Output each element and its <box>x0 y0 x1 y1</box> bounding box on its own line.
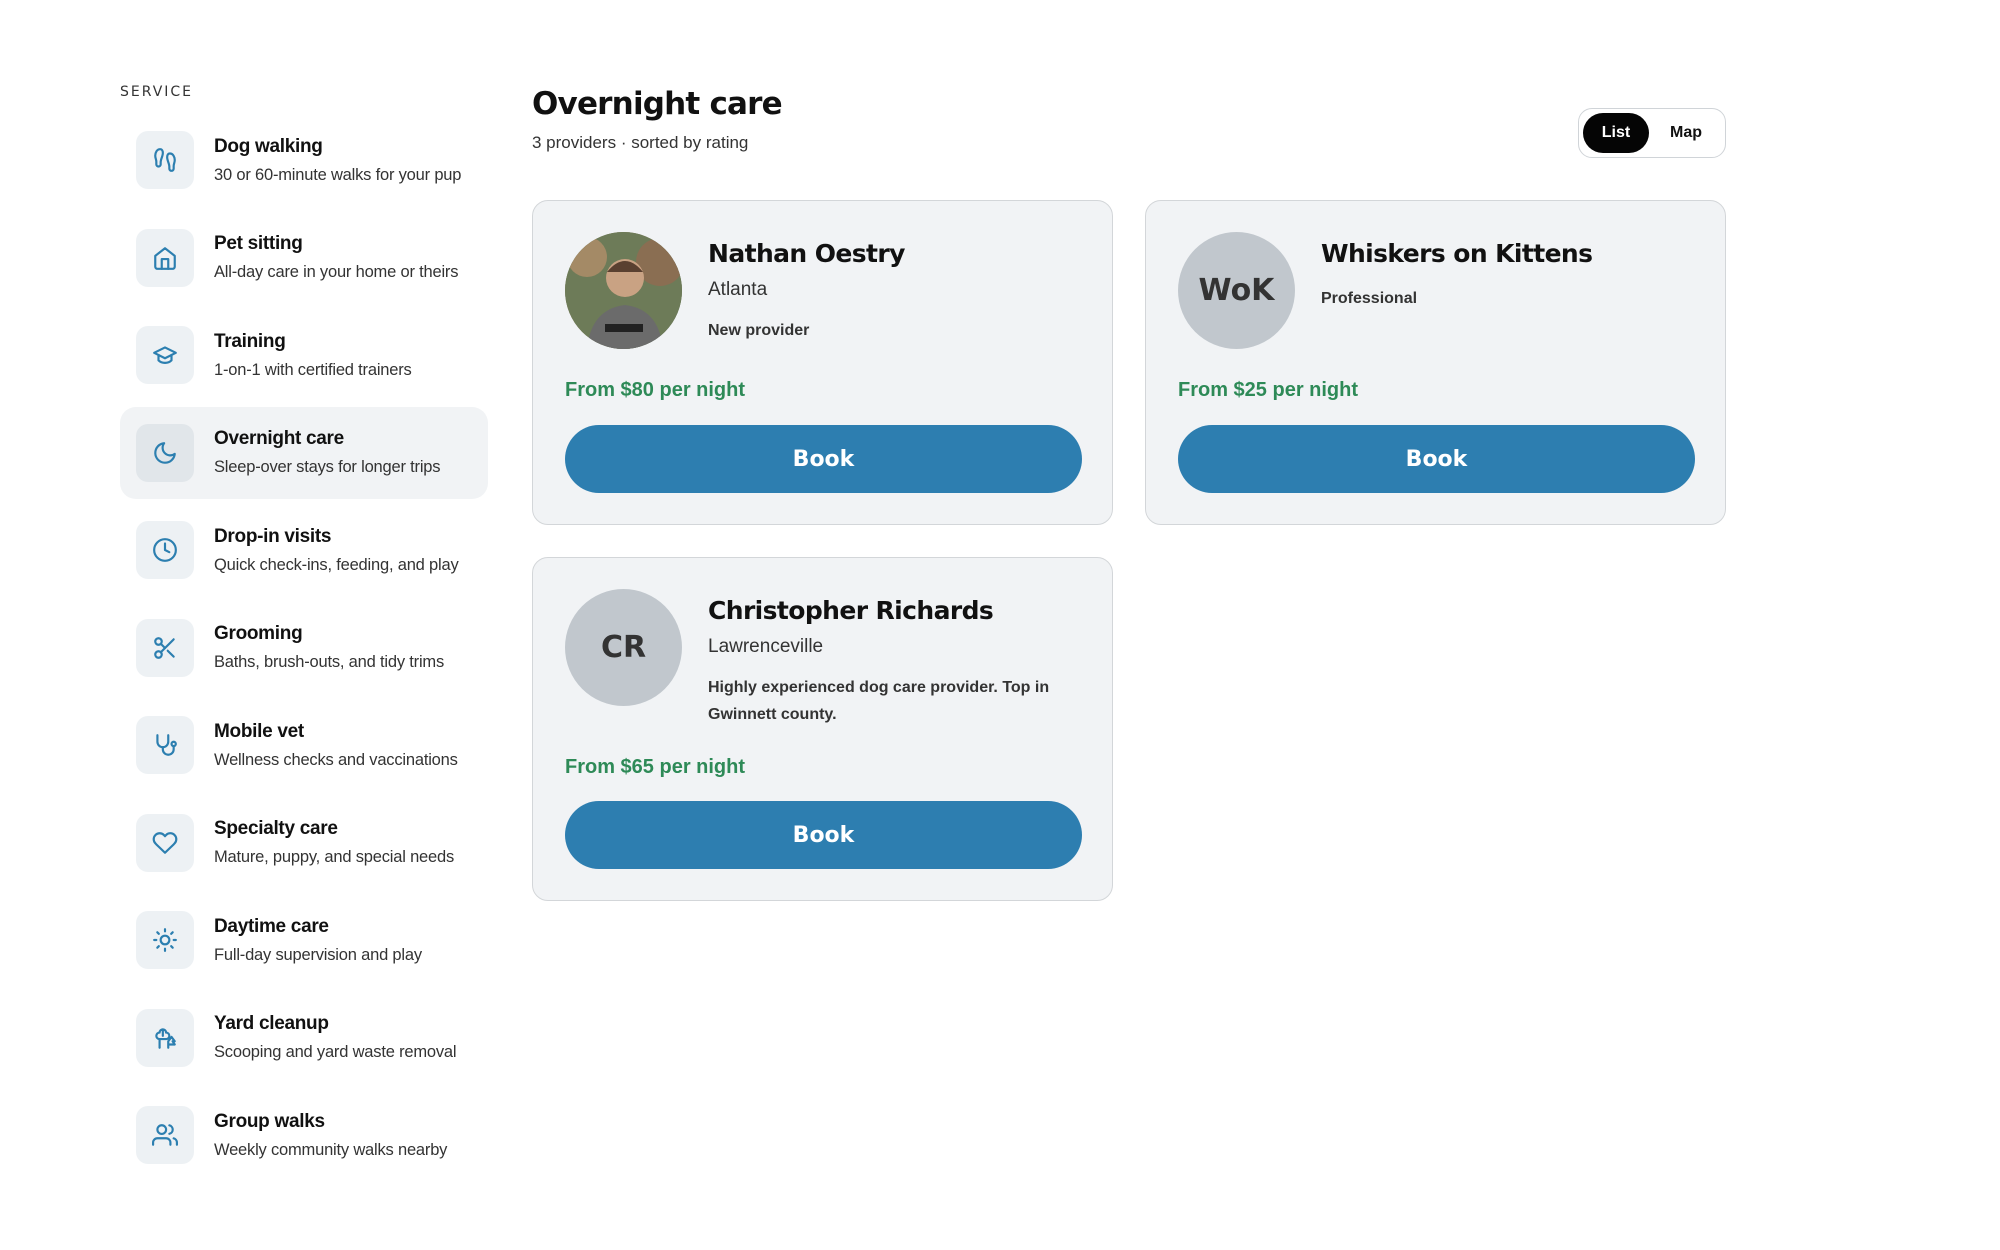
provider-name[interactable]: Nathan Oestry <box>708 239 905 268</box>
service-title: Specialty care <box>214 818 338 839</box>
provider-tag: New provider <box>708 322 810 339</box>
service-title: Yard cleanup <box>214 1013 329 1034</box>
sidebar-item-group-walks[interactable]: Group walks Weekly community walks nearb… <box>120 1089 488 1181</box>
map-view-button[interactable]: Map <box>1653 113 1719 153</box>
service-subtitle: Full-day supervision and play <box>214 945 422 964</box>
provider-tag: Professional <box>1321 290 1418 307</box>
footprints-icon <box>136 131 194 189</box>
sidebar-item-overnight-care[interactable]: Overnight care Sleep-over stays for long… <box>120 406 488 499</box>
provider-city: Lawrenceville <box>708 636 824 657</box>
service-subtitle: 30 or 60-minute walks for your pup <box>214 165 462 184</box>
provider-name[interactable]: Whiskers on Kittens <box>1321 239 1593 268</box>
sidebar-item-pet-sitting[interactable]: Pet sitting All-day care in your home or… <box>120 212 488 304</box>
moon-icon <box>136 423 194 482</box>
provider-description: Highly experienced dog care provider. To… <box>708 679 1050 723</box>
sidebar-item-daytime-care[interactable]: Daytime care Full-day supervision and pl… <box>120 894 488 986</box>
users-icon <box>136 1106 194 1164</box>
view-toggle: List Map <box>1578 108 1726 158</box>
sidebar-item-specialty-care[interactable]: Specialty care Mature, puppy, and specia… <box>120 797 488 889</box>
sidebar-item-drop-in-visits[interactable]: Drop-in visits Quick check-ins, feeding,… <box>120 504 488 596</box>
provider-price: From $80 per night <box>565 379 746 401</box>
service-subtitle: Baths, brush-outs, and tidy trims <box>214 653 444 671</box>
page-title: Overnight care <box>532 86 783 122</box>
book-button[interactable]: Book <box>1178 425 1695 493</box>
provider-card: Nathan Oestry Atlanta New provider From … <box>532 200 1113 525</box>
service-title: Overnight care <box>214 428 344 449</box>
provider-avatar-photo <box>565 232 682 349</box>
service-subtitle: Mature, puppy, and special needs <box>214 848 455 866</box>
service-subtitle: Wellness checks and vaccinations <box>214 750 458 769</box>
service-title: Drop-in visits <box>214 525 332 547</box>
trees-icon <box>136 1008 194 1067</box>
home-icon <box>136 228 194 287</box>
service-subtitle: 1-on-1 with certified trainers <box>214 360 412 379</box>
service-title: Mobile vet <box>214 720 304 742</box>
sidebar-item-mobile-vet[interactable]: Mobile vet Wellness checks and vaccinati… <box>120 699 488 791</box>
service-subtitle: Sleep-over stays for longer trips <box>214 458 441 476</box>
provider-name[interactable]: Christopher Richards <box>708 596 994 625</box>
provider-avatar-initials: CR <box>565 589 682 706</box>
stethoscope-icon <box>136 716 194 774</box>
list-view-button[interactable]: List <box>1583 113 1649 153</box>
sidebar-heading: SERVICE <box>120 84 194 100</box>
service-title: Training <box>214 330 286 352</box>
provider-price: From $65 per night <box>565 756 746 778</box>
service-title: Dog walking <box>214 135 323 157</box>
provider-avatar-initials: WoK <box>1178 232 1295 349</box>
sidebar-item-dog-walking[interactable]: Dog walking 30 or 60-minute walks for yo… <box>120 114 488 206</box>
service-subtitle: Quick check-ins, feeding, and play <box>214 555 459 574</box>
book-button[interactable]: Book <box>565 801 1082 869</box>
scissors-icon <box>136 618 194 677</box>
provider-city: Atlanta <box>708 279 768 300</box>
service-title: Daytime care <box>214 915 329 937</box>
provider-price: From $25 per night <box>1178 379 1359 401</box>
service-subtitle: Scooping and yard waste removal <box>214 1043 457 1061</box>
service-title: Grooming <box>214 623 303 644</box>
sidebar-item-yard-cleanup[interactable]: Yard cleanup Scooping and yard waste rem… <box>120 992 488 1084</box>
graduation-cap-icon <box>136 326 194 384</box>
provider-card: WoK Whiskers on Kittens Professional Fro… <box>1145 200 1726 525</box>
service-subtitle: Weekly community walks nearby <box>214 1140 448 1159</box>
heart-icon <box>136 813 194 872</box>
service-title: Group walks <box>214 1110 325 1132</box>
clock-icon <box>136 521 194 579</box>
service-title: Pet sitting <box>214 233 303 254</box>
service-sidebar: SERVICE Dog walking 30 or 60-minute walk… <box>120 84 488 1187</box>
provider-card: CR Christopher Richards Lawrenceville Hi… <box>532 557 1113 901</box>
sun-icon <box>136 911 194 969</box>
book-button[interactable]: Book <box>565 425 1082 493</box>
results-summary: 3 providers · sorted by rating <box>532 133 749 152</box>
sidebar-item-training[interactable]: Training 1-on-1 with certified trainers <box>120 309 488 401</box>
service-subtitle: All-day care in your home or theirs <box>214 263 459 281</box>
sidebar-item-grooming[interactable]: Grooming Baths, brush-outs, and tidy tri… <box>120 602 488 694</box>
